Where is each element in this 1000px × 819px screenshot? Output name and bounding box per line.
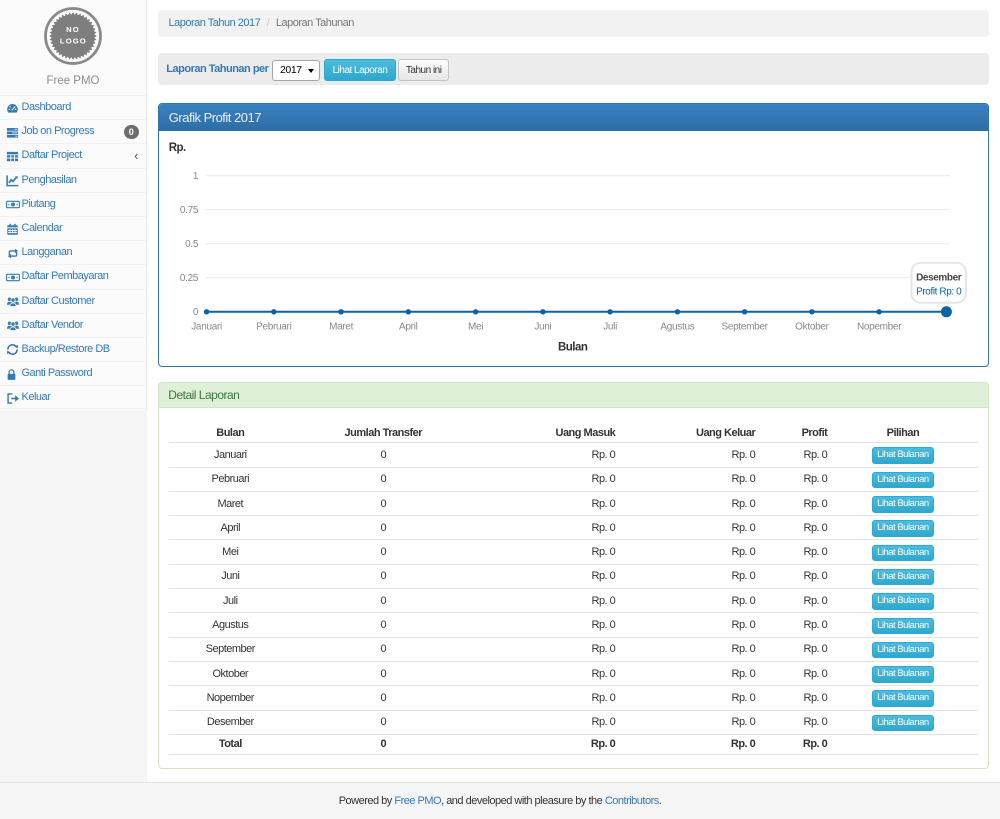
svg-text:Desember: Desember [916, 273, 962, 284]
svg-text:Juni: Juni [535, 322, 552, 333]
svg-text:Mei: Mei [468, 322, 483, 333]
svg-text:NO: NO [66, 25, 80, 34]
svg-text:Januari: Januari [192, 322, 223, 333]
svg-text:1: 1 [193, 171, 199, 182]
svg-text:0.75: 0.75 [180, 205, 199, 216]
svg-text:Rp.: Rp. [169, 142, 186, 154]
svg-text:September: September [722, 322, 769, 333]
svg-text:Bulan: Bulan [558, 342, 588, 354]
svg-text:LOGO: LOGO [60, 37, 87, 46]
svg-text:Juli: Juli [603, 322, 617, 333]
svg-text:0: 0 [193, 307, 199, 318]
svg-text:Pebruari: Pebruari [256, 322, 291, 333]
svg-text:Nopember: Nopember [857, 322, 902, 333]
svg-text:Agustus: Agustus [661, 322, 695, 333]
svg-text:April: April [399, 322, 418, 333]
svg-text:Maret: Maret [329, 322, 354, 333]
svg-text:0.5: 0.5 [185, 239, 199, 250]
svg-text:Profit Rp: 0: Profit Rp: 0 [916, 287, 962, 298]
svg-text:Oktober: Oktober [795, 322, 829, 333]
svg-text:0.25: 0.25 [180, 273, 199, 284]
